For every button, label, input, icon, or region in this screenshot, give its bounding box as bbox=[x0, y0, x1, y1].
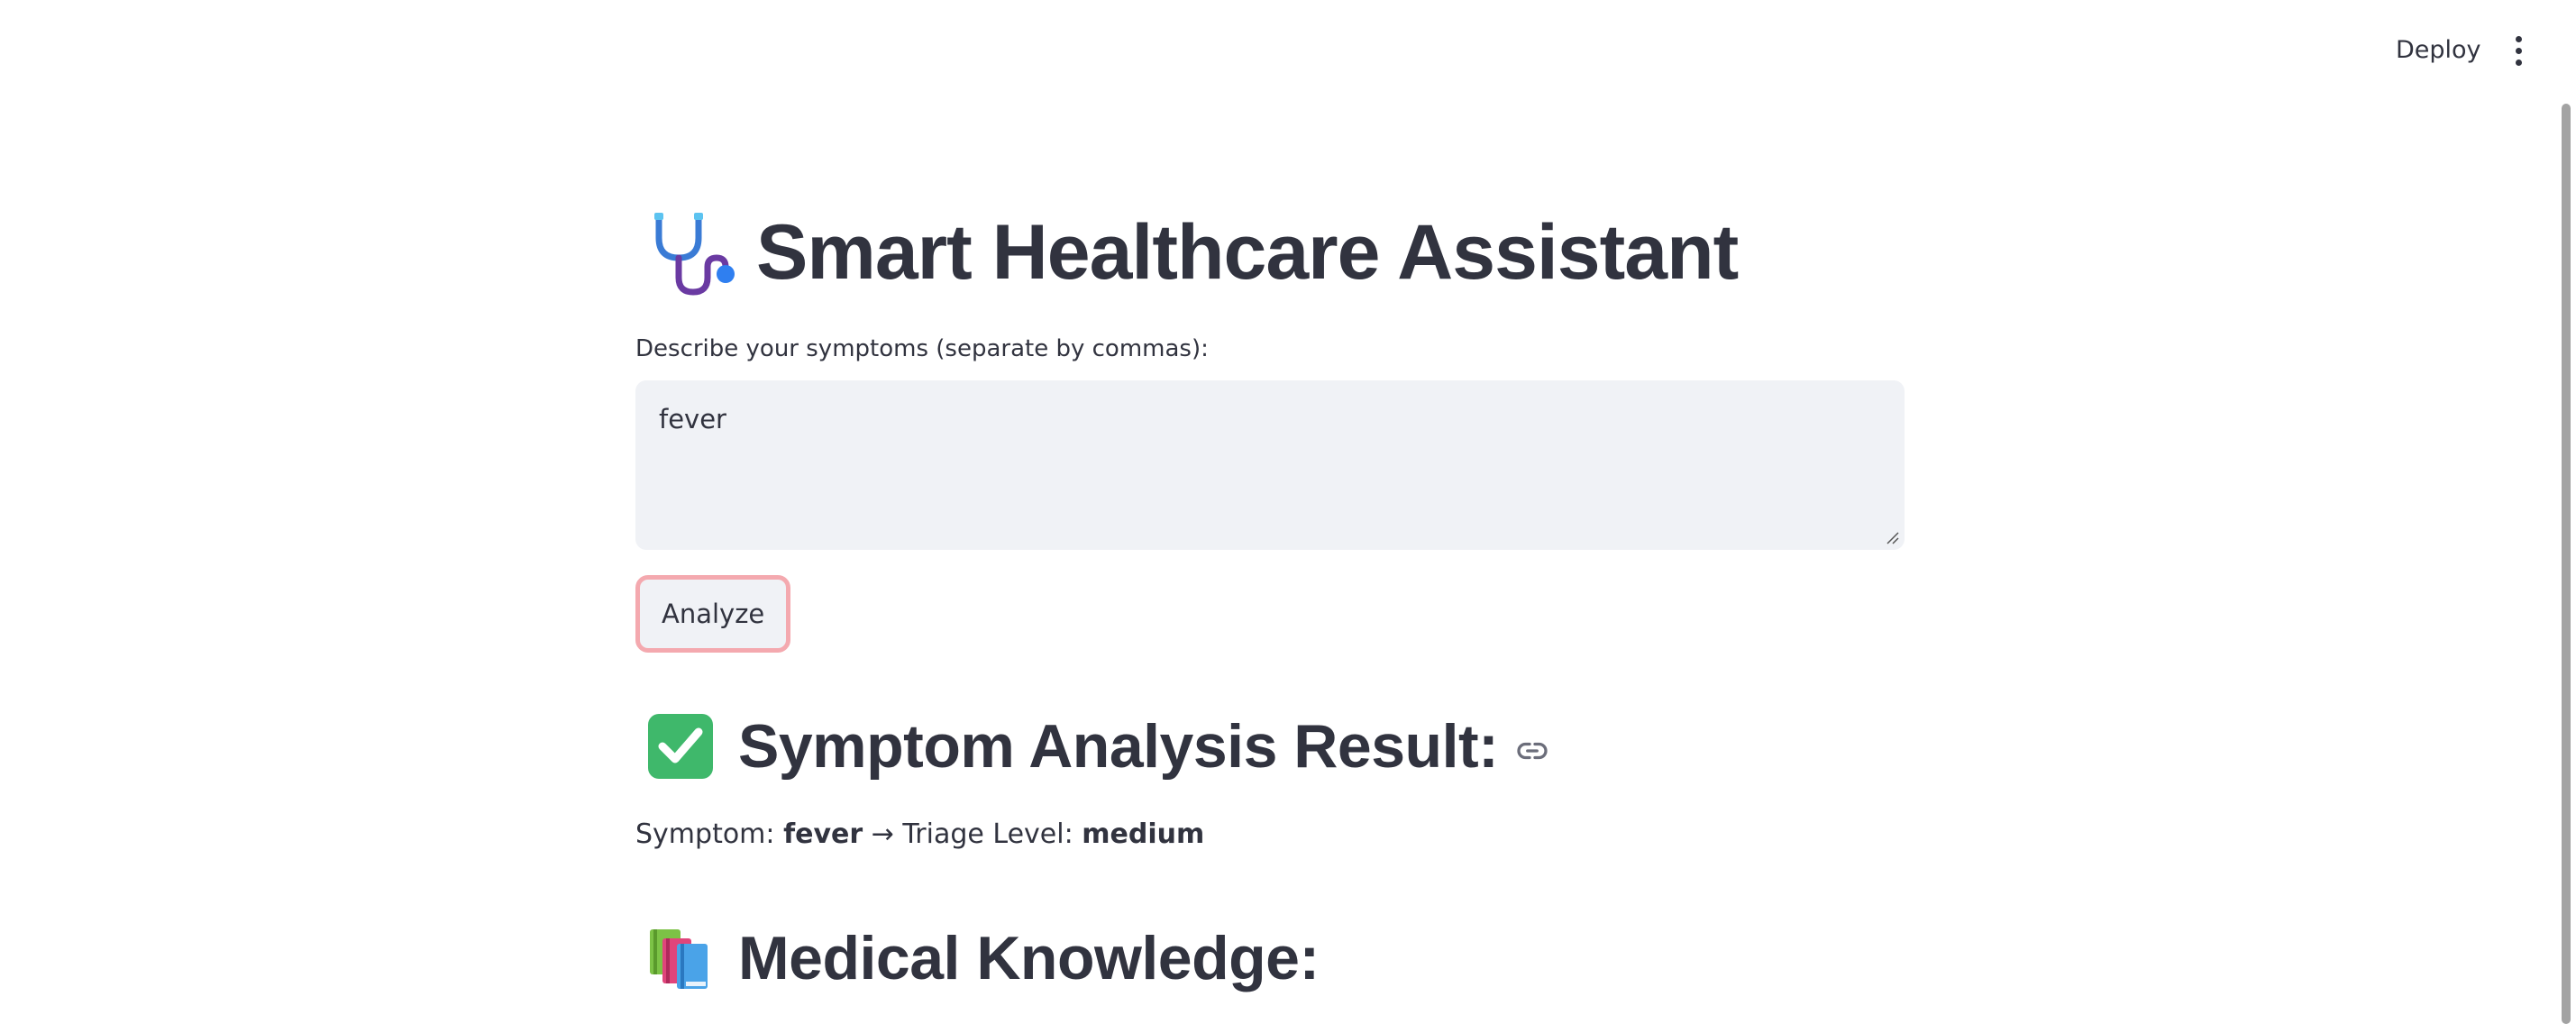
symptom-prefix: Symptom: bbox=[635, 818, 784, 850]
link-icon[interactable] bbox=[1516, 735, 1548, 767]
analyze-button[interactable]: Analyze bbox=[635, 575, 791, 653]
symptom-input-label: Describe your symptoms (separate by comm… bbox=[635, 335, 1209, 362]
symptom-analysis-heading-row: Symptom Analysis Result: bbox=[646, 708, 1548, 785]
resize-handle-icon[interactable] bbox=[1885, 530, 1899, 544]
deploy-button[interactable]: Deploy bbox=[2380, 31, 2498, 70]
symptom-textarea-container bbox=[635, 380, 1905, 550]
symptom-value: fever bbox=[783, 818, 863, 850]
stethoscope-icon bbox=[654, 213, 735, 296]
page-title-row: Smart Healthcare Assistant bbox=[646, 203, 1739, 302]
symptom-textarea[interactable] bbox=[635, 380, 1905, 550]
vertical-ellipsis-icon[interactable] bbox=[2498, 31, 2538, 70]
triage-level-value: medium bbox=[1082, 818, 1205, 850]
app-root: Deploy Smart Healthcare Assistant Descri… bbox=[0, 0, 2576, 1024]
triage-prefix: Triage Level: bbox=[902, 818, 1082, 850]
menu-dot bbox=[2515, 35, 2522, 42]
page-title: Smart Healthcare Assistant bbox=[756, 208, 1739, 296]
symptom-analysis-heading: Symptom Analysis Result: bbox=[738, 712, 1499, 781]
check-mark-icon bbox=[648, 714, 713, 779]
analysis-result-text: Symptom: fever → Triage Level: medium bbox=[635, 818, 1204, 850]
app-header: Deploy bbox=[0, 0, 2576, 99]
page-scrollbar[interactable] bbox=[2562, 104, 2571, 1024]
menu-dot bbox=[2515, 47, 2522, 54]
books-icon bbox=[650, 929, 708, 989]
result-arrow: → bbox=[863, 818, 903, 850]
medical-knowledge-heading-row: Medical Knowledge: bbox=[646, 919, 1320, 997]
menu-dot bbox=[2515, 59, 2522, 66]
medical-knowledge-heading: Medical Knowledge: bbox=[738, 924, 1320, 992]
